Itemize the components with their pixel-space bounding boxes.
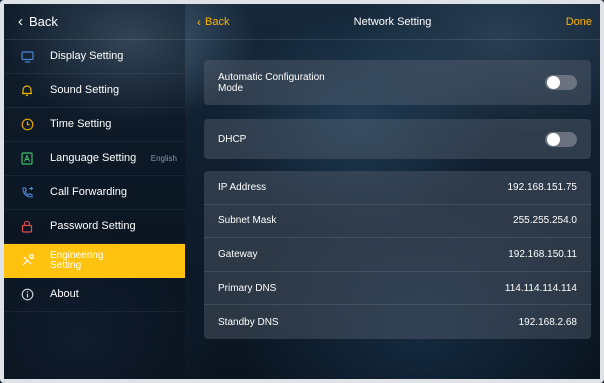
header-back-label: Back: [205, 15, 230, 28]
gateway-label: Gateway: [218, 248, 258, 260]
monitor-icon: [20, 50, 34, 64]
ip-address-row[interactable]: IP Address 192.168.151.75: [204, 171, 591, 205]
auto-config-mode-label: Automatic Configuration Mode: [218, 71, 325, 94]
sidebar-item-display-setting[interactable]: Display Setting: [4, 40, 185, 74]
chevron-left-icon: ‹: [197, 14, 201, 29]
network-setting-panel: ‹ Back Network Setting Done Automatic Co…: [185, 4, 600, 379]
standby-dns-row[interactable]: Standby DNS 192.168.2.68: [204, 305, 591, 339]
done-button[interactable]: Done: [566, 16, 592, 28]
toggle-knob: [547, 76, 560, 89]
sidebar-item-label: Time Setting: [50, 118, 112, 130]
subnet-mask-row[interactable]: Subnet Mask 255.255.254.0: [204, 205, 591, 239]
language-current-value: English: [150, 154, 177, 163]
language-icon: [20, 152, 34, 166]
settings-sidebar: ‹ Back Display Setting Sound Setting Tim…: [4, 4, 185, 379]
ip-address-label: IP Address: [218, 181, 267, 193]
ip-address-value: 192.168.151.75: [507, 181, 577, 193]
sidebar-item-label: Display Setting: [50, 50, 124, 62]
sidebar-item-password-setting[interactable]: Password Setting: [4, 210, 185, 244]
header-back-button[interactable]: ‹ Back: [197, 15, 229, 29]
standby-dns-value: 192.168.2.68: [518, 316, 577, 328]
sidebar-item-sound-setting[interactable]: Sound Setting: [4, 74, 185, 108]
sidebar-back-label: Back: [29, 14, 58, 29]
sidebar-item-label: Call Forwarding: [50, 186, 128, 198]
sidebar-item-label: Engineering Setting: [50, 249, 104, 271]
lock-icon: [20, 220, 34, 234]
gateway-row[interactable]: Gateway 192.168.150.11: [204, 238, 591, 272]
network-info-card: IP Address 192.168.151.75 Subnet Mask 25…: [204, 171, 591, 339]
panel-header: ‹ Back Network Setting Done: [185, 4, 600, 40]
primary-dns-value: 114.114.114.114: [504, 282, 577, 294]
primary-dns-row[interactable]: Primary DNS 114.114.114.114: [204, 272, 591, 306]
primary-dns-label: Primary DNS: [218, 282, 277, 294]
clock-icon: [20, 118, 34, 132]
bell-icon: [20, 84, 34, 98]
settings-menu: Display Setting Sound Setting Time Setti…: [4, 40, 185, 312]
chevron-left-icon: ‹: [18, 13, 23, 30]
sidebar-item-language-setting[interactable]: Language Setting English: [4, 142, 185, 176]
standby-dns-label: Standby DNS: [218, 316, 279, 328]
auto-config-mode-row: Automatic Configuration Mode: [204, 60, 591, 105]
sidebar-item-call-forwarding[interactable]: Call Forwarding: [4, 176, 185, 210]
auto-config-mode-toggle[interactable]: [545, 75, 577, 90]
dhcp-toggle[interactable]: [545, 131, 577, 147]
phone-forward-icon: [20, 186, 34, 200]
sidebar-back-button[interactable]: ‹ Back: [4, 4, 185, 40]
subnet-mask-label: Subnet Mask: [218, 215, 277, 227]
sidebar-item-label: Password Setting: [50, 220, 136, 232]
sidebar-item-label: About: [50, 288, 79, 300]
toggle-knob: [547, 132, 560, 146]
info-icon: [20, 288, 34, 302]
sidebar-item-label: Language Setting: [50, 152, 137, 164]
sidebar-item-about[interactable]: About: [4, 278, 185, 312]
gateway-value: 192.168.150.11: [508, 248, 577, 260]
dhcp-label: DHCP: [218, 133, 247, 145]
sidebar-item-engineering-setting[interactable]: Engineering Setting: [4, 244, 185, 278]
sidebar-item-label: Sound Setting: [50, 84, 120, 96]
sidebar-item-time-setting[interactable]: Time Setting: [4, 108, 185, 142]
tools-icon: [20, 254, 34, 268]
page-title: Network Setting: [353, 15, 432, 28]
dhcp-row: DHCP: [204, 119, 591, 159]
subnet-mask-value: 255.255.254.0: [513, 215, 577, 227]
